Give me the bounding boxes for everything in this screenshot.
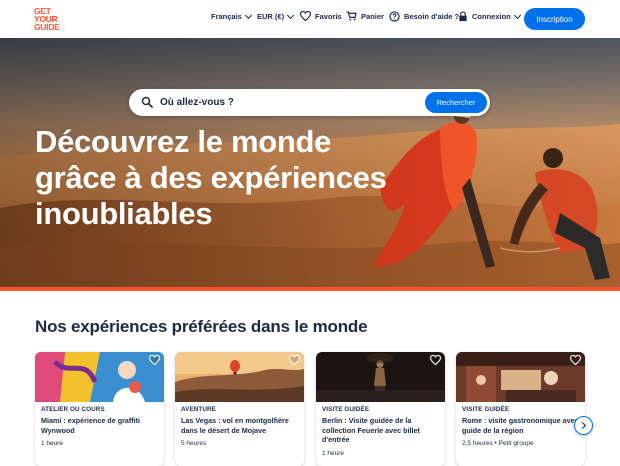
hero-title: Découvrez le monde grâce à des expérienc… xyxy=(35,124,387,231)
heart-icon[interactable] xyxy=(570,355,581,365)
chevron-down-icon xyxy=(513,11,521,19)
help-circle-icon xyxy=(389,11,400,22)
search-icon xyxy=(141,96,153,108)
card-category: Aventure xyxy=(181,406,216,413)
card-image xyxy=(316,352,445,402)
hero-banner: Rechercher Découvrez le monde grâce à de… xyxy=(0,38,620,287)
help-link[interactable]: Besoin d'aide ? xyxy=(389,11,459,22)
cart-link[interactable]: Panier xyxy=(346,11,384,21)
card-category: Visite guidée xyxy=(322,406,370,413)
card-duration: 1 heure xyxy=(322,450,345,457)
graffiti-photo xyxy=(35,352,164,402)
activity-card[interactable]: Visite guidée Berlin : Visite guidée de … xyxy=(316,352,445,466)
hero-accent-bar xyxy=(0,287,620,291)
card-title[interactable]: Rome : visite gastronomique avec guide d… xyxy=(462,416,582,435)
lock-icon xyxy=(459,11,467,22)
card-duration: 1 heure xyxy=(41,440,64,447)
activity-card[interactable]: Atelier ou cours Miami : expérience de g… xyxy=(35,352,164,466)
card-category: Atelier ou cours xyxy=(41,406,105,413)
food-tour-photo xyxy=(456,352,585,402)
cart-icon xyxy=(346,11,357,21)
currency-selector[interactable]: EUR (€) xyxy=(257,11,295,21)
wishlist-label: Favoris xyxy=(315,11,342,21)
top-header: GET YOUR GUIDE Français EUR (€) Favoris … xyxy=(0,0,620,38)
card-title[interactable]: Miami : expérience de graffiti Wynwood xyxy=(41,416,161,435)
activity-card[interactable]: Visite guidée Rome : visite gastronomiqu… xyxy=(456,352,585,466)
search-input[interactable] xyxy=(160,93,410,112)
currency-label: EUR (€) xyxy=(257,12,285,21)
cart-label: Panier xyxy=(361,11,384,21)
login-label: Connexion xyxy=(472,12,511,21)
heart-icon[interactable] xyxy=(430,355,441,365)
heart-icon xyxy=(300,11,311,21)
card-title[interactable]: Berlin : Visite guidée de la collection … xyxy=(322,416,442,445)
signup-button[interactable]: Inscription xyxy=(524,8,585,30)
card-image xyxy=(35,352,164,402)
balloon-photo xyxy=(175,352,304,402)
card-image xyxy=(175,352,304,402)
language-selector[interactable]: Français xyxy=(211,11,252,21)
chevron-right-icon xyxy=(578,421,587,430)
login-menu[interactable]: Connexion xyxy=(458,11,521,22)
museum-photo xyxy=(316,352,445,402)
heart-icon[interactable] xyxy=(149,355,160,365)
card-duration: 5 heures xyxy=(181,440,207,447)
card-image xyxy=(456,352,585,402)
section-title: Nos expériences préférées dans le monde xyxy=(35,317,368,336)
search-bar: Rechercher xyxy=(129,89,490,116)
getyourguide-logo[interactable]: GET YOUR GUIDE xyxy=(34,7,64,32)
chevron-down-icon xyxy=(287,11,295,19)
help-label: Besoin d'aide ? xyxy=(404,12,460,21)
card-category: Visite guidée xyxy=(462,406,510,413)
card-title[interactable]: Las Vegas : vol en montgolfière dans le … xyxy=(181,416,301,435)
carousel-next-button[interactable] xyxy=(574,416,593,435)
card-duration: 2,5 heures • Petit groupe xyxy=(462,440,534,447)
activity-card[interactable]: Aventure Las Vegas : vol en montgolfière… xyxy=(175,352,304,466)
chevron-down-icon xyxy=(244,11,252,19)
search-button[interactable]: Rechercher xyxy=(425,92,487,113)
language-label: Français xyxy=(211,12,242,21)
wishlist-link[interactable]: Favoris xyxy=(300,11,342,21)
logo-line-3: GUIDE xyxy=(34,22,60,32)
heart-icon[interactable] xyxy=(289,355,300,365)
